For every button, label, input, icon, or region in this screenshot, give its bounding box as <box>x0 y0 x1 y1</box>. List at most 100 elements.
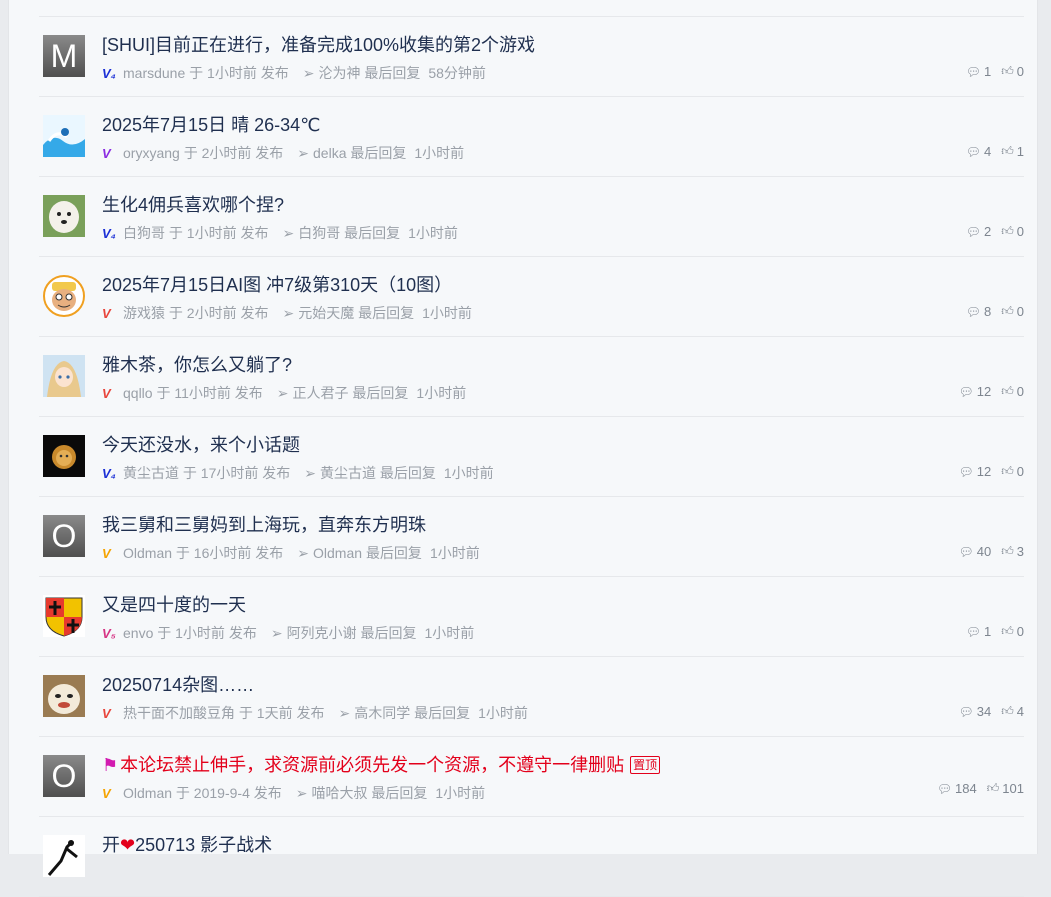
thread-stats: 💬︎ 1 👍︎ 0 <box>966 624 1024 639</box>
last-replier-link[interactable]: 黄尘古道 <box>320 463 376 483</box>
thread-row[interactable]: M [SHUI]目前正在进行，准备完成100%收集的第2个游戏 V₄ marsdune… <box>39 17 1024 97</box>
avatar[interactable] <box>43 115 85 157</box>
thread-title-link[interactable]: [SHUI]目前正在进行，准备完成100%收集的第2个游戏 <box>102 31 535 57</box>
thread-title-link[interactable]: 2025年7月15日 晴 26-34℃ <box>102 111 320 137</box>
avatar[interactable] <box>43 435 85 477</box>
posted-time: 于 1小时前 发布 <box>168 225 269 241</box>
author-link[interactable]: 游戏猿 <box>123 303 165 323</box>
thread-title-link[interactable]: 我三舅和三舅妈到上海玩，直奔东方明珠 <box>102 511 426 537</box>
last-replier-link[interactable]: 阿列克小谢 <box>287 623 357 643</box>
thread-stats: 💬︎ 12 👍︎ 0 <box>959 464 1024 479</box>
reply-count: 8 <box>983 304 992 319</box>
thread-row[interactable]: 今天还没水，来个小话题 V₄ 黄尘古道 于 17小时前 发布 ➢ 黄尘古道 最后回复 1小… <box>39 417 1024 497</box>
thumbs-up-icon: 👍︎ <box>1001 464 1014 478</box>
thread-title-link[interactable]: 又是四十度的一天 <box>102 591 246 617</box>
avatar[interactable] <box>43 355 85 397</box>
thread-title-link[interactable]: 生化4佣兵喜欢哪个捏? <box>102 191 284 217</box>
last-replier-link[interactable]: 喵哈大叔 <box>311 783 367 803</box>
avatar[interactable] <box>43 195 85 237</box>
posted-time: 于 1小时前 发布 <box>189 65 289 81</box>
title-text: 我三舅和三舅妈到上海玩，直奔东方明珠 <box>102 515 426 535</box>
thread-stats: 💬︎ 40 👍︎ 3 <box>959 544 1024 559</box>
thread-row[interactable]: 生化4佣兵喜欢哪个捏? V₄ 白狗哥 于 1小时前 发布 ➢ 白狗哥 最后回复 1小时前 💬… <box>39 177 1024 257</box>
pinned-badge: 置顶 <box>630 756 661 774</box>
thread-title-link[interactable]: 20250714杂图…… <box>102 671 254 697</box>
last-reply-time: 1小时前 <box>443 465 494 481</box>
last-replier-link[interactable]: 白狗哥 <box>298 223 340 243</box>
avatar[interactable] <box>43 275 85 317</box>
thread-meta: V₄ 白狗哥 于 1小时前 发布 ➢ 白狗哥 最后回复 1小时前 <box>102 223 458 243</box>
vip-level-icon: V₅ <box>102 625 116 641</box>
thread-title-link[interactable]: ⚑ 本论坛禁止伸手，求资源前必须先发一个资源，不遵守一律删贴 置顶 <box>102 751 661 777</box>
thread-row[interactable]: 雅木茶，你怎么又躺了? Vqqllo 于 11小时前 发布 ➢ 正人君子 最后回复 1小… <box>39 337 1024 417</box>
thumbs-up-icon: 👍︎ <box>1001 624 1014 638</box>
thread-title-link[interactable]: 雅木茶，你怎么又躺了? <box>102 351 292 377</box>
last-reply-label: 最后回复 <box>350 145 407 161</box>
author-link[interactable]: oryxyang <box>123 145 180 161</box>
thread-meta: V₄ 黄尘古道 于 17小时前 发布 ➢ 黄尘古道 最后回复 1小时前 <box>102 463 494 483</box>
avatar[interactable]: O <box>43 515 85 557</box>
last-reply-label: 最后回复 <box>371 785 428 801</box>
author-link[interactable]: Oldman <box>123 785 172 801</box>
thread-row[interactable]: 2025年7月15日 晴 26-34℃ Voryxyang 于 2小时前 发布 ➢ d… <box>39 97 1024 177</box>
thread-title-link[interactable]: 开❤250713 影子战术 <box>102 831 272 857</box>
thread-row[interactable]: 20250714杂图…… V 热干面不加酸豆角 于 1天前 发布 ➢ 高木同学 最后回复… <box>39 657 1024 737</box>
author-link[interactable]: 黄尘古道 <box>123 463 179 483</box>
comment-icon: 💬︎ <box>958 384 974 399</box>
comment-icon: 💬︎ <box>965 224 981 239</box>
thumbs-up-icon: 👍︎ <box>1001 384 1014 398</box>
comment-icon: 💬︎ <box>965 144 981 159</box>
thread-meta: V 热干面不加酸豆角 于 1天前 发布 ➢ 高木同学 最后回复 1小时前 <box>102 703 528 723</box>
avatar[interactable]: M <box>43 35 85 77</box>
last-reply-time: 1小时前 <box>414 145 465 161</box>
like-count: 0 <box>1016 384 1024 399</box>
author-link[interactable]: marsdune <box>123 65 185 81</box>
author-link[interactable]: 白狗哥 <box>123 223 165 243</box>
last-reply-time: 1小时前 <box>422 305 472 321</box>
avatar[interactable] <box>43 675 85 717</box>
author-link[interactable]: Oldman <box>123 545 172 561</box>
author-link[interactable]: envo <box>123 625 153 641</box>
last-reply-time: 1小时前 <box>435 785 486 801</box>
title-text: 今天还没水，来个小话题 <box>102 435 300 455</box>
last-replier-link[interactable]: 元始天魔 <box>298 303 354 323</box>
thumbs-up-icon: 👍︎ <box>1001 544 1014 558</box>
thread-row[interactable]: 又是四十度的一天 V₅ envo 于 1小时前 发布 ➢ 阿列克小谢 最后回复 1小时前 💬… <box>39 577 1024 657</box>
avatar[interactable] <box>43 835 85 877</box>
reply-count: 1 <box>983 624 992 639</box>
author-link[interactable]: 热干面不加酸豆角 <box>123 703 235 723</box>
last-replier-link[interactable]: 沦为神 <box>318 63 360 83</box>
thumbs-up-icon: 👍︎ <box>1001 704 1014 718</box>
thread-row[interactable]: 2025年7月15日AI图 冲7级第310天（10图） V 游戏猿 于 2小时前 发… <box>39 257 1024 337</box>
thread-row[interactable]: O ⚑ 本论坛禁止伸手，求资源前必须先发一个资源，不遵守一律删贴 置顶 V Oldman … <box>39 737 1024 817</box>
avatar[interactable]: O <box>43 755 85 797</box>
last-reply-label: 最后回复 <box>344 225 401 241</box>
vip-level-icon: V <box>102 145 111 161</box>
thread-stats: 💬︎ 4 👍︎ 1 <box>966 144 1024 159</box>
thread-meta: Vqqllo 于 11小时前 发布 ➢ 正人君子 最后回复 1小时前 <box>102 383 466 403</box>
last-replier-link[interactable]: 正人君子 <box>293 383 349 403</box>
last-replier-link[interactable]: Oldman <box>313 545 362 561</box>
thread-stats: 💬︎ 34 👍︎ 4 <box>959 704 1024 719</box>
last-replier-link[interactable]: 高木同学 <box>354 703 410 723</box>
thumbs-up-icon: 👍︎ <box>1001 224 1014 238</box>
vip-level-icon: V₄ <box>102 65 116 81</box>
thread-row[interactable]: O 我三舅和三舅妈到上海玩，直奔东方明珠 V Oldman 于 16小时前 发布 ➢ Ol… <box>39 497 1024 577</box>
thread-title-link[interactable]: 2025年7月15日AI图 冲7级第310天（10图） <box>102 271 452 297</box>
last-reply-label: 最后回复 <box>360 625 417 641</box>
thread-title-link[interactable]: 今天还没水，来个小话题 <box>102 431 300 457</box>
content-panel: M [SHUI]目前正在进行，准备完成100%收集的第2个游戏 V₄ marsdune… <box>8 0 1038 897</box>
reply-count: 34 <box>976 704 992 719</box>
author-link[interactable]: qqllo <box>123 385 153 401</box>
last-replier-link[interactable]: delka <box>313 145 346 161</box>
last-reply-time: 1小时前 <box>478 705 528 721</box>
last-reply-time: 1小时前 <box>429 545 480 561</box>
avatar[interactable] <box>43 595 85 637</box>
last-reply-label: 最后回复 <box>364 65 421 81</box>
last-reply-time: 1小时前 <box>424 625 475 641</box>
thread-meta: V₄ marsdune 于 1小时前 发布 ➢ 沦为神 最后回复 58分钟前 <box>102 63 486 83</box>
paper-plane-icon: ➢ <box>338 704 351 721</box>
posted-time: 于 17小时前 发布 <box>182 465 291 481</box>
thread-row[interactable]: 开❤250713 影子战术 <box>39 817 1024 897</box>
thumbs-up-icon: 👍︎ <box>1001 304 1014 318</box>
